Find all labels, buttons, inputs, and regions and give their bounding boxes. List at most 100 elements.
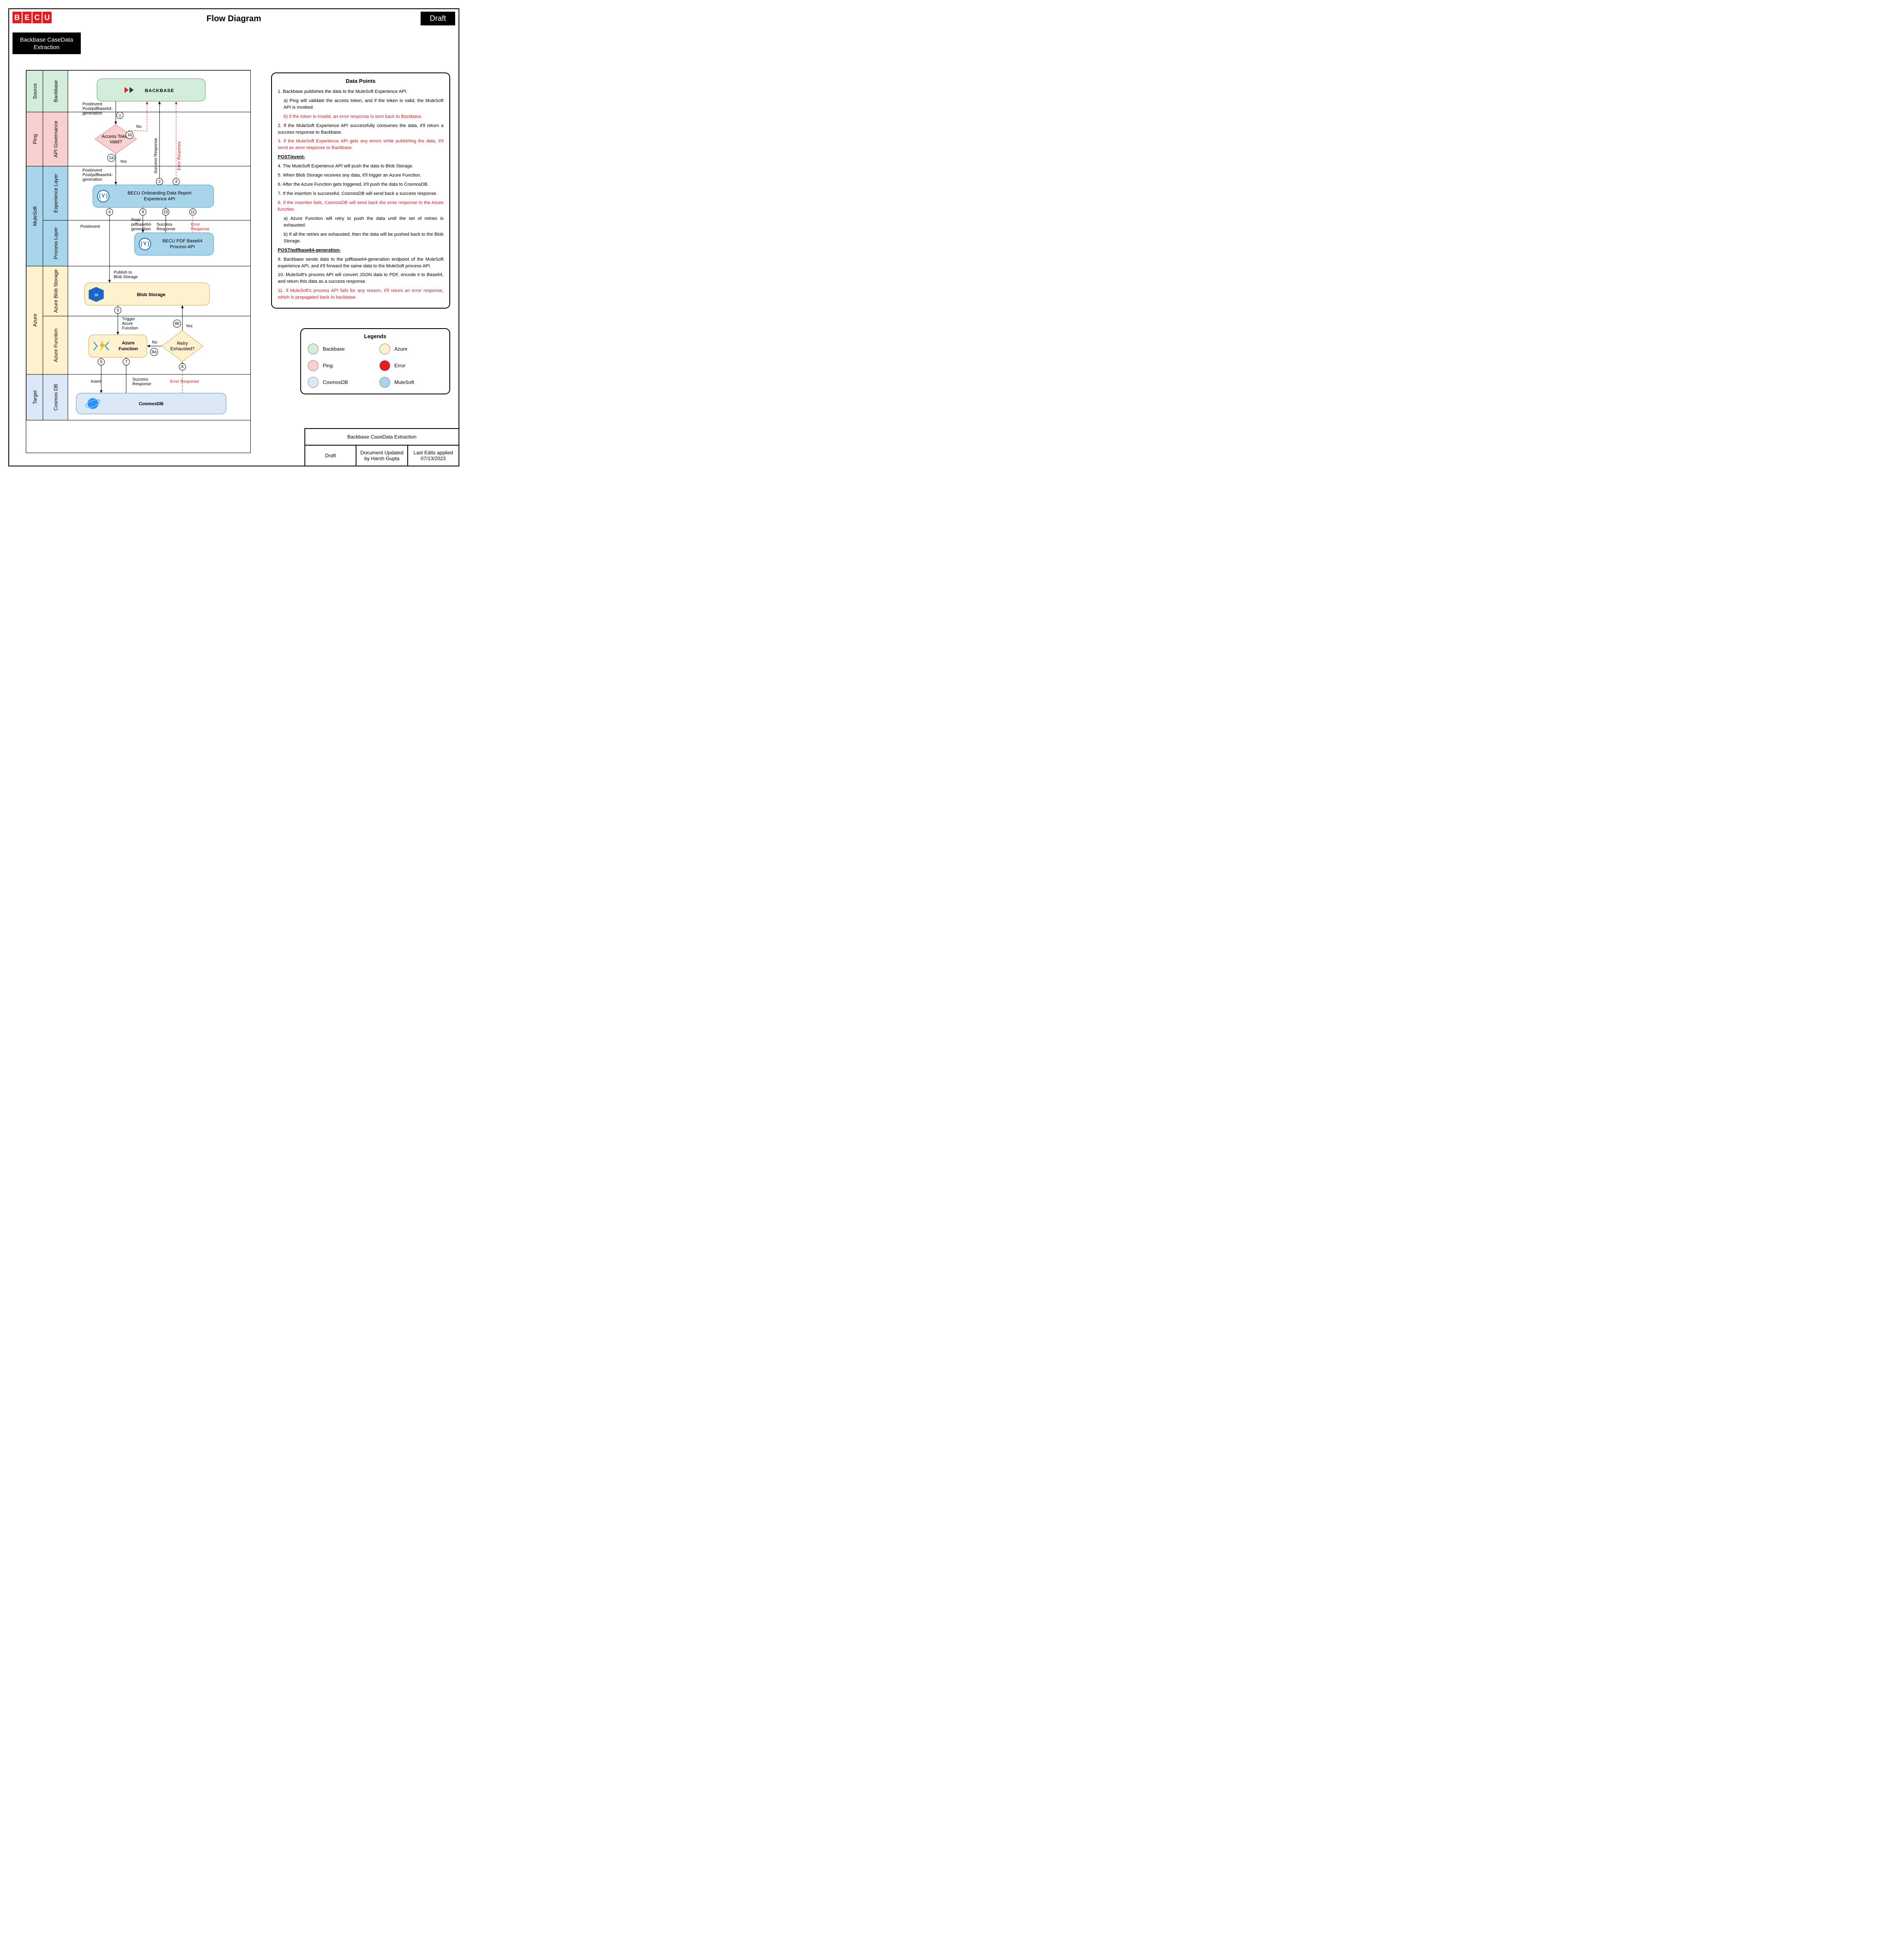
legend-title: Legends (308, 333, 443, 339)
lane-azure: Azure (32, 314, 38, 327)
step-4: 4 (108, 210, 111, 214)
swatch-error (379, 360, 390, 371)
legend-panel: Legends Backbase Azure Ping Error (300, 328, 450, 394)
node-backbase-label: BACKBASE (145, 88, 174, 93)
step-10: 10 (163, 210, 168, 214)
step-8b: 8b (174, 322, 179, 326)
e9-l2: pdfbase64- (131, 222, 152, 227)
footer-block: Backbase CaseData Extraction Draft Docum… (304, 428, 459, 466)
e3-label: Error Response (177, 141, 182, 170)
header: B E C U Flow Diagram Draft (9, 9, 459, 32)
data-points-panel: Data Points 1. Backbase publishes the da… (271, 72, 450, 309)
step-1a: 1a (109, 156, 114, 160)
lane-mulesoft: MuleSoft (32, 206, 38, 226)
e1a-l3: generation (82, 177, 102, 182)
retry-l1: Retry (177, 341, 188, 346)
swatch-mulesoft (379, 377, 390, 388)
legend-item-error: Error (379, 360, 443, 371)
lane-target: Target (32, 390, 38, 404)
dp-1b: b) If the token is invalid, an error res… (284, 114, 444, 120)
step-7: 7 (125, 360, 127, 364)
cosmos-label: CosmosDB (139, 401, 163, 406)
lane-blob: Azure Blob Storage (53, 269, 59, 313)
trig-l1: Trigger (122, 317, 135, 322)
e2-label: Success Response (154, 138, 158, 174)
dp-1a: a) Ping will validate the access token, … (284, 98, 444, 111)
dp-h9: POST/pdfbase64-generation- (278, 247, 444, 254)
node-experience-api (93, 185, 214, 207)
step-3: 3 (175, 179, 177, 184)
page-frame: B E C U Flow Diagram Draft Backbase Case… (8, 8, 459, 466)
footer-date-l2: 07/13/2023 (421, 456, 446, 461)
legend-label: Ping (323, 363, 333, 369)
swatch-backbase (308, 344, 319, 354)
e10-l1: Success (157, 222, 172, 227)
e8-label: Error Response (170, 379, 199, 384)
draft-badge: Draft (421, 12, 455, 25)
e9-l3: generation (131, 227, 151, 232)
dp-8a: a) Azure Function will retry to push the… (284, 216, 444, 229)
lane-ping: Ping (32, 134, 38, 144)
swimlane-diagram: Source Backbase Ping API Governance Mule… (26, 70, 251, 453)
step-9: 9 (142, 210, 144, 214)
e11-l1: Error (191, 222, 200, 227)
legend-item-cosmos: CosmosDB (308, 377, 371, 388)
step-8a: 8a (152, 350, 157, 354)
footer-author: Document Updated by Harsh Gupta (356, 446, 408, 466)
blob-label: Blob Storage (137, 292, 165, 297)
node-retry (162, 331, 203, 361)
e1a-l1: Post/event (82, 168, 102, 173)
e1a-yes: Yes (120, 160, 127, 164)
lane-cosmos: Cosmos DB (53, 384, 59, 411)
e1b-no: No (136, 125, 142, 129)
step-11: 11 (191, 210, 195, 214)
dp-1: 1. Backbase publishes the data to the Mu… (278, 89, 444, 95)
swatch-ping (308, 360, 319, 371)
pub-l2: Blob Storage (114, 275, 138, 279)
footer-date: Last Edits applied 07/13/2023 (408, 446, 459, 466)
func-l1: Azure (122, 341, 135, 346)
e7-l1: Success (132, 377, 148, 382)
subtitle-line1: Backbase CaseData (20, 36, 73, 43)
func-l2: Function (119, 346, 138, 351)
e9-l1: Post/ (131, 218, 141, 222)
step-8: 8 (181, 365, 184, 369)
legend-label: Backbase (323, 346, 345, 352)
page-title: Flow Diagram (9, 14, 459, 24)
footer-draft: Draft (305, 446, 356, 466)
node-access-token (95, 125, 137, 154)
trig-l2: Azure (122, 322, 133, 326)
swatch-azure (379, 344, 390, 354)
dp-3: 3. If the MuleSoft Experience API gets a… (278, 138, 444, 152)
dp-7: 7. If the insertion is successful, Cosmo… (278, 191, 444, 197)
e8a-no: No (152, 340, 157, 345)
footer-title: Backbase CaseData Extraction (305, 429, 459, 446)
trig-l3: Function (122, 326, 138, 331)
subtitle-line2: Extraction (34, 44, 60, 50)
step-1b: 1b (127, 133, 132, 137)
lane-source: Source (32, 83, 38, 99)
swatch-cosmos (308, 377, 319, 388)
exp-l2: Experience API (144, 197, 175, 202)
dp-5: 5. When Blob Storage receives any data, … (278, 172, 444, 179)
legend-item-ping: Ping (308, 360, 371, 371)
lane-backbase: Backbase (53, 80, 59, 102)
step-5: 5 (117, 308, 119, 313)
pub-l1: Publish to (114, 270, 132, 275)
step-1: 1 (119, 114, 121, 118)
dp-4: 4. The MuleSoft Experience API will push… (278, 163, 444, 170)
dp-9: 9. Backbase sends data to the pdfbase64-… (278, 257, 444, 270)
dp-10: 10. MuleSoft's process API will convert … (278, 272, 444, 285)
subtitle-tab: Backbase CaseData Extraction (12, 32, 81, 54)
e1-l1: Post/event (82, 102, 102, 107)
e1-l3: generation (82, 111, 102, 116)
lane-apigov: API Governance (53, 121, 59, 157)
data-points-title: Data Points (278, 77, 444, 85)
legend-label: Error (394, 363, 406, 369)
e4-label: Post/event (80, 224, 100, 229)
dp-8: 8. If the insertion fails, CosmosDB will… (278, 200, 444, 213)
step-2: 2 (158, 179, 161, 184)
access-l2: Valid? (110, 140, 122, 145)
footer-date-l1: Last Edits applied (414, 450, 453, 456)
e7-l2: Response (132, 382, 151, 386)
